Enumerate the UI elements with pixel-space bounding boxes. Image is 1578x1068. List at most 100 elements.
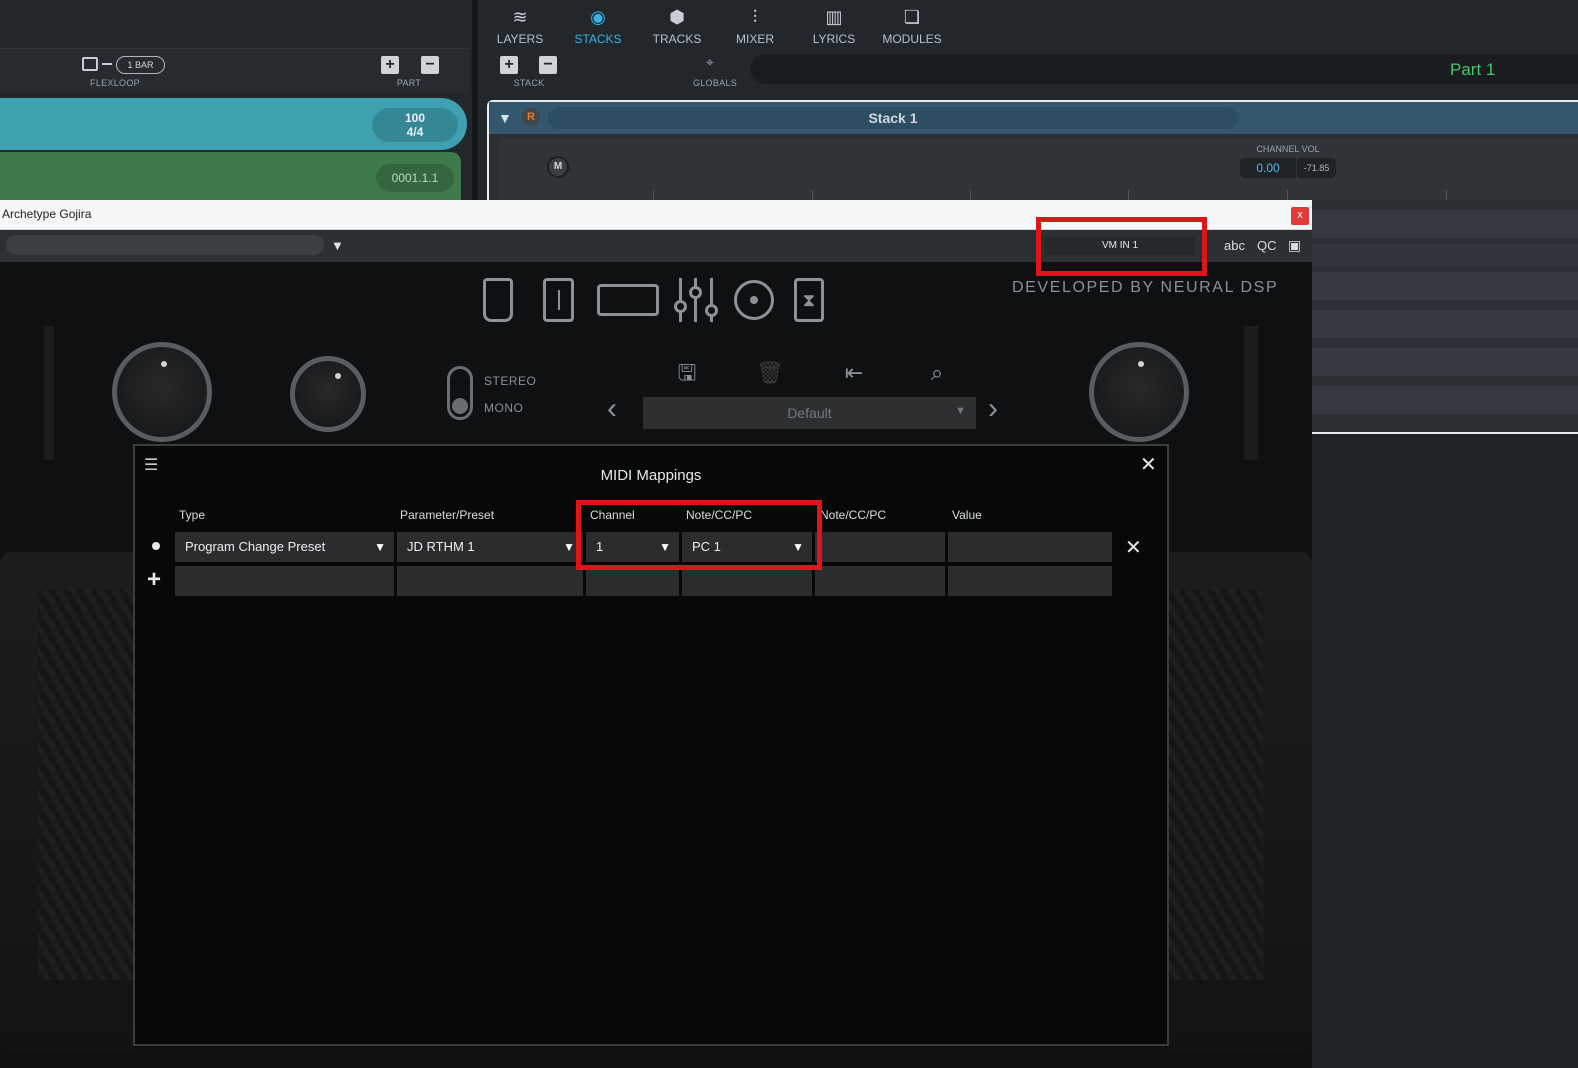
add-part-button[interactable]: + (381, 56, 399, 74)
switch-thumb[interactable] (452, 398, 468, 414)
add-stack-button[interactable]: + (500, 56, 518, 74)
trash-icon: 🗑 (756, 360, 784, 385)
ruler-tick (812, 190, 813, 200)
column-header-note-cc-pc-2: Note/CC/PC (820, 508, 887, 522)
tab-tracks[interactable]: ⬢ TRACKS (642, 6, 712, 46)
stack-row[interactable] (1312, 272, 1578, 300)
pedal-icon[interactable] (483, 278, 513, 322)
mute-button[interactable]: M (547, 156, 569, 178)
amp-grille-right (1168, 590, 1264, 980)
tab-modules[interactable]: ❏ MODULES (877, 6, 947, 46)
note-cc-pc-2-field[interactable] (815, 532, 945, 562)
chevron-down-icon: ▼ (563, 540, 575, 554)
pulse-line (557, 290, 560, 310)
part-label: PART (396, 78, 422, 88)
output-knob[interactable] (1089, 342, 1189, 442)
layers-icon: ≋ (512, 7, 528, 27)
flexloop-label: FLEXLOOP (90, 78, 140, 88)
import-icon[interactable]: ⇤ (839, 358, 869, 388)
row-indicator (152, 542, 160, 550)
add-mapping-icon[interactable]: + (147, 566, 161, 594)
tab-stacks[interactable]: ◉ STACKS (563, 6, 633, 46)
hourglass-icon[interactable]: ⧗ (794, 278, 824, 322)
tab-label: LYRICS (812, 32, 856, 46)
empty-note-cc-pc-2-cell[interactable] (815, 566, 945, 596)
remove-stack-button[interactable]: − (539, 56, 557, 74)
stacks-icon: ◉ (590, 7, 606, 27)
value-field[interactable] (948, 532, 1112, 562)
stack-panel-border (1312, 432, 1578, 434)
lyrics-icon: ▥ (825, 7, 843, 27)
ruler-tick (1287, 190, 1288, 200)
mono-label: MONO (484, 401, 524, 415)
collapse-triangle-icon[interactable]: ▼ (498, 110, 512, 126)
tab-lyrics[interactable]: ▥ LYRICS (799, 6, 869, 46)
tab-label: MODULES (882, 32, 942, 46)
eq-sliders-icon[interactable] (674, 278, 720, 322)
position-display[interactable]: 0001.1.1 (376, 164, 454, 192)
preset-dropdown-arrow-icon: ▼ (955, 405, 966, 417)
remove-part-button[interactable]: − (421, 56, 439, 74)
ruler-tick (970, 190, 971, 200)
stack-row[interactable] (1312, 210, 1578, 238)
stack-row[interactable] (1312, 348, 1578, 376)
stack-name[interactable]: Stack 1 (548, 107, 1238, 129)
dropdown-triangle-icon[interactable]: ▼ (331, 238, 344, 253)
save-icon[interactable]: 🖫 (672, 358, 702, 388)
modules-icon: ❏ (903, 7, 921, 27)
column-header-parameter: Parameter/Preset (400, 508, 495, 522)
stack-row[interactable] (1312, 244, 1578, 266)
highlight-box-midi-input (1036, 217, 1207, 276)
parameter-dropdown[interactable]: JD RTHM 1 ▼ (397, 532, 583, 562)
tab-label: MIXER (735, 32, 774, 46)
tracks-icon: ⬢ (669, 7, 685, 27)
document-icon[interactable]: ▣ (1288, 237, 1301, 254)
tempo-display[interactable]: 100 4/4 (372, 108, 458, 142)
empty-note-cc-pc-cell[interactable] (682, 566, 812, 596)
plugin-close-button[interactable]: x (1291, 207, 1309, 225)
previous-preset-button[interactable]: ‹ (607, 392, 617, 426)
stack-row[interactable] (1312, 386, 1578, 414)
column-header-value: Value (952, 508, 982, 522)
input-knob[interactable] (112, 342, 212, 442)
cabinet-speaker-icon[interactable] (734, 280, 774, 320)
tab-layers[interactable]: ≋ LAYERS (485, 6, 555, 46)
empty-type-cell[interactable] (175, 566, 394, 596)
rename-button[interactable]: abc (1224, 238, 1245, 253)
mixer-icon: ⫶ (752, 7, 758, 27)
channel-vol-value[interactable]: 0.00 (1240, 158, 1296, 178)
globals-label: GLOBALS (692, 78, 738, 88)
bar-length-selector[interactable]: 1 BAR (116, 56, 165, 74)
column-header-type: Type (179, 508, 206, 522)
tab-mixer[interactable]: ⫶ MIXER (720, 6, 790, 46)
flexloop-icon[interactable] (82, 57, 98, 71)
tuner-pedal-icon[interactable] (543, 278, 574, 322)
highlight-box-channel-pc (576, 500, 822, 570)
preset-selector[interactable]: Default (643, 397, 976, 429)
search-icon[interactable]: ⌕ (922, 358, 952, 388)
delete-mapping-icon[interactable]: ✕ (1125, 535, 1142, 560)
qc-button[interactable]: QC (1257, 238, 1277, 253)
empty-value-cell[interactable] (948, 566, 1112, 596)
record-badge[interactable]: R (522, 108, 540, 126)
amp-grille-left (38, 590, 134, 980)
chevron-down-icon: ▼ (374, 540, 386, 554)
dialog-title: MIDI Mappings (600, 467, 702, 484)
next-preset-button[interactable]: › (988, 392, 998, 426)
parameter-value: JD RTHM 1 (407, 539, 475, 554)
meter-slot-right (1244, 326, 1258, 460)
gate-knob[interactable] (290, 356, 366, 432)
empty-channel-cell[interactable] (586, 566, 679, 596)
amp-icon[interactable] (597, 284, 659, 316)
tab-label: TRACKS (652, 32, 702, 46)
flexloop-separator (102, 63, 112, 65)
meter-slot-left (44, 326, 54, 460)
empty-parameter-cell[interactable] (397, 566, 583, 596)
stack-row[interactable] (1312, 310, 1578, 338)
type-dropdown[interactable]: Program Change Preset ▼ (175, 532, 394, 562)
tab-label: LAYERS (496, 32, 544, 46)
location-pin-icon[interactable]: ⌖ (706, 54, 714, 71)
time-signature: 4/4 (406, 125, 424, 139)
plugin-preset-combo[interactable] (6, 235, 324, 255)
close-icon[interactable]: ✕ (1140, 452, 1157, 477)
